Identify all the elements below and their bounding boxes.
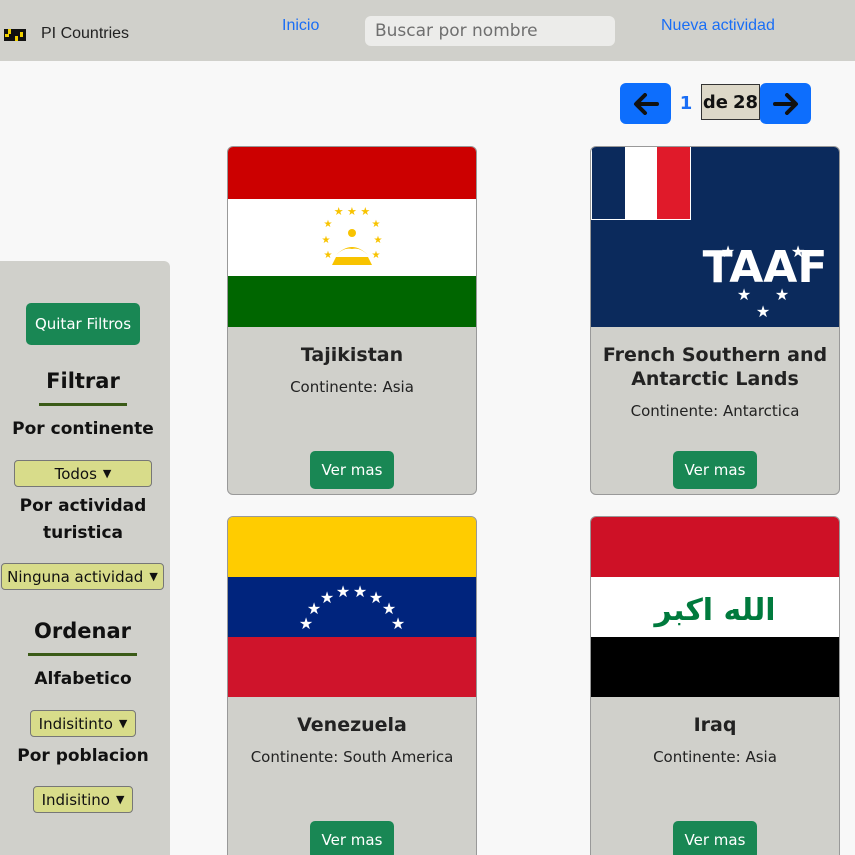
brand-title[interactable]: PI Countries (41, 25, 129, 43)
country-name: Iraq (693, 714, 737, 736)
chevron-down-icon: ▼ (115, 793, 125, 806)
svg-text:★: ★ (374, 235, 383, 246)
ver-mas-button[interactable]: Ver mas (673, 821, 757, 855)
country-card: ★ ★ ★ ★ ★ ★ ★ ★ ★ Tajikistan Continente:… (227, 146, 477, 495)
activity-select[interactable]: Ninguna actividad ▼ (1, 563, 164, 590)
page-total-indicator: de 28 (701, 84, 760, 120)
chevron-down-icon: ▼ (149, 570, 158, 583)
country-continent: Continente: Antarctica (630, 402, 800, 420)
clear-filters-button[interactable]: Quitar Filtros (26, 303, 140, 345)
divider (39, 403, 127, 406)
svg-text:★: ★ (353, 582, 367, 601)
current-page: 1 (679, 93, 693, 114)
population-sort-label: Por poblacion (17, 746, 149, 766)
country-continent: Continente: Asia (290, 378, 414, 396)
country-name: Venezuela (297, 714, 407, 736)
svg-text:★ ★ ★: ★ ★ ★ (334, 205, 371, 218)
svg-text:★: ★ (391, 614, 405, 633)
arrow-right-icon (772, 92, 798, 115)
chevron-down-icon: ▼ (118, 717, 128, 730)
svg-text:★: ★ (322, 235, 331, 246)
country-name: Tajikistan (300, 344, 404, 366)
svg-text:★: ★ (336, 582, 350, 601)
svg-text:★: ★ (372, 250, 381, 261)
logo-icon (4, 29, 26, 41)
french-southern-lands-flag: TAAF ★ ★ ★ ★ ★ (591, 147, 839, 327)
nav-link-nueva-actividad[interactable]: Nueva actividad (661, 17, 775, 35)
divider (28, 653, 137, 656)
alphabetic-sort-label: Alfabetico (34, 669, 132, 689)
previous-page-button[interactable] (620, 83, 671, 124)
country-card: TAAF ★ ★ ★ ★ ★ French Southern and Antar… (590, 146, 840, 495)
svg-text:★: ★ (324, 250, 333, 261)
svg-text:★: ★ (756, 302, 770, 321)
activity-filter-label: Por actividad turistica (19, 496, 147, 543)
page-of-label: de (702, 91, 729, 113)
svg-text:★: ★ (791, 242, 805, 261)
svg-text:★: ★ (372, 219, 381, 230)
ver-mas-button[interactable]: Ver mas (310, 821, 394, 855)
app-root: PI Countries Inicio Nueva actividad 1 de… (0, 0, 855, 855)
sort-heading: Ordenar (34, 619, 131, 643)
ver-mas-button[interactable]: Ver mas (310, 451, 394, 489)
country-continent: Continente: South America (250, 748, 454, 766)
country-continent: Continente: Asia (653, 748, 777, 766)
search-input[interactable] (365, 16, 615, 46)
country-name: French Southern and Antarctic Lands (602, 344, 828, 390)
continent-select[interactable]: Todos ▼ (14, 460, 152, 487)
activity-select-value: Ninguna actividad (7, 567, 144, 586)
flag-inscription: الله اكبر (652, 593, 775, 628)
filter-sidebar: Quitar Filtros Filtrar Por continente To… (0, 261, 170, 855)
population-sort-value: Indisitino (41, 790, 110, 809)
alphabetic-sort-select[interactable]: Indisitinto ▼ (30, 710, 136, 737)
filter-heading: Filtrar (46, 369, 120, 393)
total-pages: 28 (733, 91, 759, 113)
svg-text:★: ★ (775, 285, 789, 304)
tajikistan-flag: ★ ★ ★ ★ ★ ★ ★ ★ ★ (228, 147, 476, 327)
navbar: PI Countries Inicio Nueva actividad (0, 0, 855, 61)
country-card: الله اكبر Iraq Continente: Asia Ver mas (590, 516, 840, 855)
svg-text:★: ★ (737, 285, 751, 304)
venezuela-flag: ★ ★ ★ ★ ★ ★ ★ ★ (228, 517, 476, 697)
alphabetic-sort-value: Indisitinto (38, 714, 113, 733)
population-sort-select[interactable]: Indisitino ▼ (33, 786, 133, 813)
iraq-flag: الله اكبر (591, 517, 839, 697)
continent-filter-label: Por continente (12, 419, 154, 439)
continent-select-value: Todos (54, 464, 97, 483)
next-page-button[interactable] (760, 83, 811, 124)
chevron-down-icon: ▼ (102, 467, 112, 480)
svg-text:★: ★ (721, 242, 735, 261)
ver-mas-button[interactable]: Ver mas (673, 451, 757, 489)
arrow-left-icon (633, 92, 659, 115)
svg-text:★: ★ (324, 219, 333, 230)
svg-text:★: ★ (320, 588, 334, 607)
country-card: ★ ★ ★ ★ ★ ★ ★ ★ Venezuela Continente: So… (227, 516, 477, 855)
nav-link-inicio[interactable]: Inicio (282, 17, 319, 35)
